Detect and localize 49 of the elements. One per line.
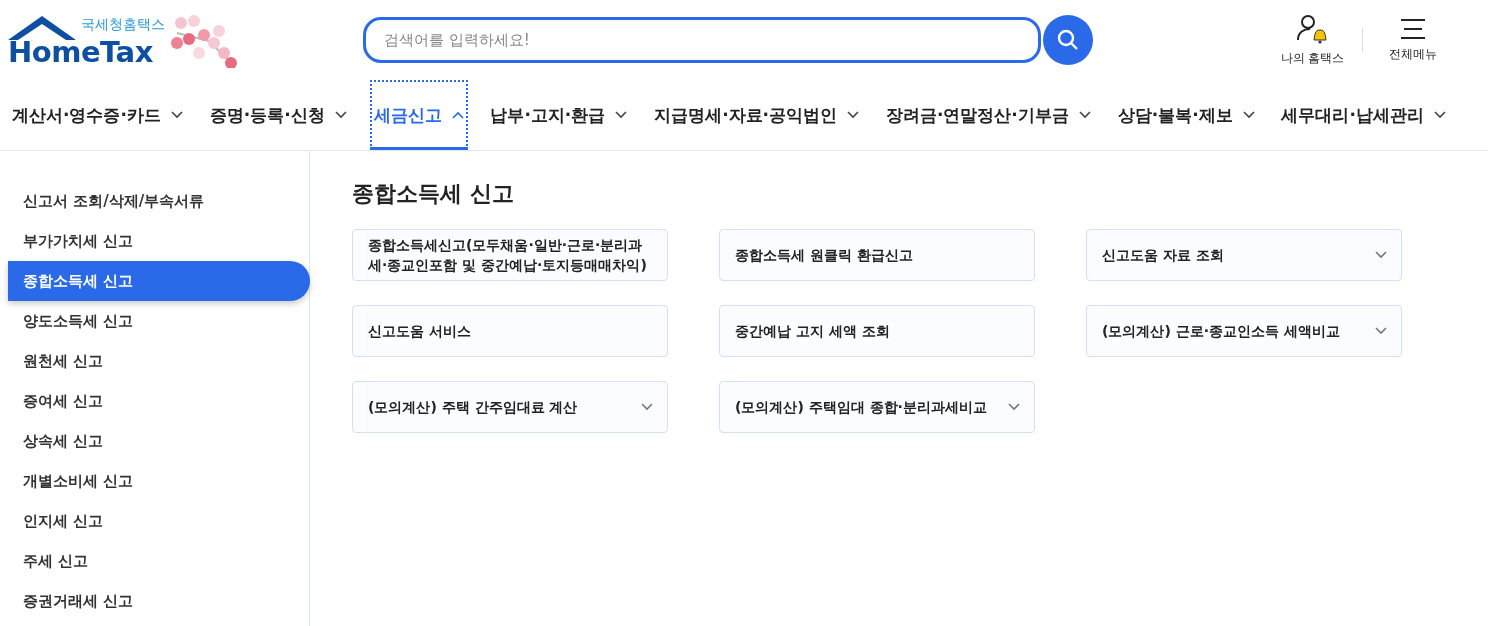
nav-tab[interactable]: 세무대리·납세관리 — [1277, 80, 1450, 150]
nav-tab[interactable]: 장려금·연말정산·기부금 — [881, 80, 1095, 150]
menu-card[interactable]: (모의계산) 주택임대 종합·분리과세비교 — [719, 381, 1035, 433]
nav-tab[interactable]: 계산서·영수증·카드 — [8, 80, 187, 150]
chevron-icon — [1375, 327, 1387, 335]
person-bell-icon — [1295, 13, 1330, 44]
sidebar-item[interactable]: 원천세 신고 — [8, 341, 310, 381]
chevron-icon — [847, 111, 860, 119]
sidebar-item[interactable]: 신고서 조회/삭제/부속서류 — [8, 181, 310, 221]
search-icon — [1057, 29, 1079, 51]
search-field[interactable]: 검색어를 입력하세요! — [363, 17, 1041, 63]
nav-tab[interactable]: 납부·고지·환급 — [486, 80, 632, 150]
nav-tab[interactable]: 지급명세·자료·공익법인 — [650, 80, 864, 150]
nav-tab[interactable]: 상담·불복·제보 — [1113, 80, 1259, 150]
sidebar-item[interactable]: 주세 신고 — [8, 541, 310, 581]
chevron-icon — [1375, 251, 1387, 259]
menu-card[interactable]: 중간예납 고지 세액 조회 — [719, 305, 1035, 357]
sidebar-item[interactable]: 증여세 신고 — [8, 381, 310, 421]
sidebar-item[interactable]: 상속세 신고 — [8, 421, 310, 461]
search-button[interactable] — [1043, 15, 1093, 65]
sidebar-item[interactable]: 종합소득세 신고 — [8, 261, 310, 301]
logo-subtitle: 국세청홈택스 — [81, 15, 165, 32]
menu-card[interactable]: 신고도움 자료 조회 — [1086, 229, 1402, 281]
sidebar-item[interactable]: 개별소비세 신고 — [8, 461, 310, 501]
menu-card[interactable]: (모의계산) 주택 간주임대료 계산 — [352, 381, 668, 433]
chevron-icon — [1078, 111, 1091, 119]
chevron-icon — [170, 111, 183, 119]
logo-wordmark: HomeTax — [8, 35, 154, 68]
my-hometax-button[interactable]: 나의 홈택스 — [1275, 13, 1350, 67]
chevron-icon — [334, 111, 347, 119]
menu-card[interactable]: 종합소득세신고(모두채움·일반·근로·분리과세·종교인포함 및 중간예납·토지등매매차익) — [352, 229, 668, 281]
menu-card[interactable]: 신고도움 서비스 — [352, 305, 668, 357]
menu-card[interactable]: (모의계산) 근로·종교인소득 세액비교 — [1086, 305, 1402, 357]
chevron-icon — [615, 111, 628, 119]
chevron-icon — [1008, 403, 1020, 411]
chevron-icon — [451, 111, 464, 119]
sidebar-item[interactable]: 증권거래세 신고 — [8, 581, 310, 621]
menu-card[interactable]: 종합소득세 원클릭 환급신고 — [719, 229, 1035, 281]
sidebar-item[interactable]: 부가가치세 신고 — [8, 221, 310, 261]
nav-tab[interactable]: 증명·등록·신청 — [205, 80, 351, 150]
sidebar-item[interactable]: 인지세 신고 — [8, 501, 310, 541]
sidebar-item[interactable]: 양도소득세 신고 — [8, 301, 310, 341]
section-title: 종합소득세 신고 — [352, 180, 515, 208]
all-menu-button[interactable]: 전체메뉴 — [1375, 17, 1450, 63]
menu-icon — [1399, 17, 1426, 40]
chevron-icon — [1433, 111, 1446, 119]
chevron-icon — [1242, 111, 1255, 119]
nav-tab[interactable]: 세금신고 — [369, 80, 468, 150]
chevron-icon — [641, 403, 653, 411]
